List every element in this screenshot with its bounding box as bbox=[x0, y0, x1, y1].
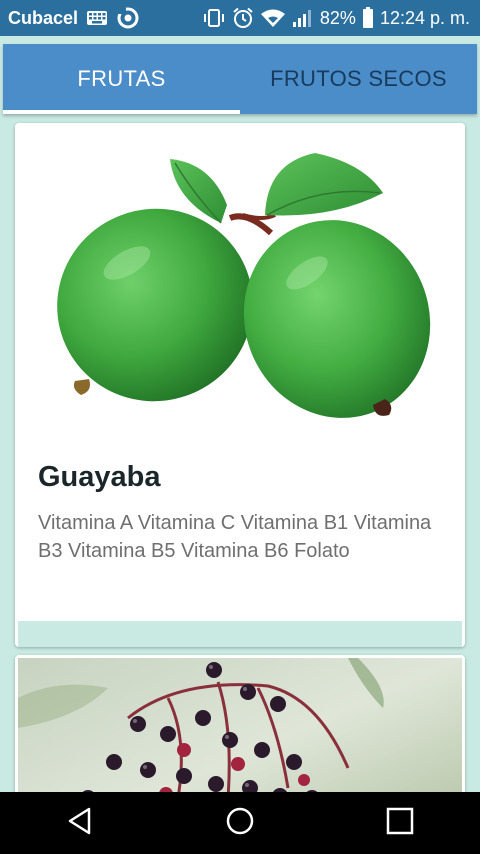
navigation-bar bbox=[0, 792, 480, 854]
status-right: 82% 12:24 p. m. bbox=[202, 7, 480, 29]
status-time: 12:24 p. m. bbox=[379, 7, 470, 28]
status-left: Cubacel bbox=[0, 7, 140, 29]
keyboard-icon bbox=[86, 10, 108, 26]
carrier-name: Cubacel bbox=[8, 7, 79, 28]
status-bar: Cubacel 82% 12:24 p. m. bbox=[0, 0, 480, 36]
back-icon bbox=[65, 806, 95, 840]
back-button[interactable] bbox=[40, 792, 120, 854]
fruit-card-guayaba[interactable]: Guayaba Vitamina A Vitamina C Vitamina B… bbox=[15, 123, 465, 647]
home-button[interactable] bbox=[200, 792, 280, 854]
card-description: Vitamina A Vitamina C Vitamina B1 Vitami… bbox=[38, 512, 432, 562]
card-footer bbox=[18, 621, 462, 647]
tab-frutos-secos[interactable]: FRUTOS SECOS bbox=[240, 44, 477, 114]
signal-icon bbox=[292, 8, 314, 28]
tab-frutas[interactable]: FRUTAS bbox=[3, 44, 240, 114]
alarm-icon bbox=[232, 7, 254, 29]
elderberry-image bbox=[18, 658, 462, 792]
fruit-list[interactable]: Guayaba Vitamina A Vitamina C Vitamina B… bbox=[0, 114, 480, 792]
sync-icon bbox=[116, 7, 140, 29]
guava-image bbox=[15, 123, 465, 443]
recents-button[interactable] bbox=[360, 792, 440, 854]
tab-frutos-secos-label: FRUTOS SECOS bbox=[270, 66, 447, 91]
recents-icon bbox=[385, 806, 415, 840]
vibrate-icon bbox=[202, 8, 226, 28]
battery-icon bbox=[362, 7, 374, 29]
fruit-card-next[interactable] bbox=[15, 655, 465, 792]
tab-frutas-label: FRUTAS bbox=[77, 66, 166, 91]
wifi-icon bbox=[260, 8, 286, 28]
tab-bar: FRUTAS FRUTOS SECOS bbox=[3, 44, 477, 114]
card-title: Guayaba bbox=[38, 461, 161, 493]
battery-percent: 82% bbox=[319, 7, 356, 28]
home-icon bbox=[225, 806, 255, 840]
